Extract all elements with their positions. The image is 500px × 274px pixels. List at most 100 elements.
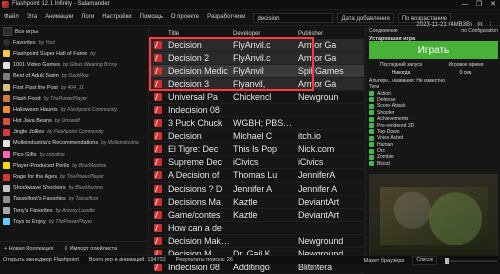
- sidebar-item[interactable]: Halloween Haunts by Flashpoint Community: [0, 104, 148, 115]
- sidebar-item[interactable]: Flashpoint Super Hall of Fame by: [0, 48, 148, 59]
- menu-logs[interactable]: Логи: [77, 10, 98, 25]
- tag-icon: [369, 148, 374, 154]
- table-row[interactable]: How can a de: [150, 222, 364, 235]
- play-button[interactable]: Играть: [369, 41, 498, 59]
- table-row[interactable]: Decision Michael C itch.io: [150, 130, 364, 144]
- games-grid: Title Developer Publisher Decision FlyAn…: [150, 26, 364, 274]
- sidebar-item[interactable]: Pico Gifts by crinoline: [0, 149, 148, 160]
- header-developer[interactable]: Developer: [233, 31, 260, 37]
- sort-field-dropdown[interactable]: Дата добавления: [337, 12, 394, 23]
- flash-icon: [154, 184, 162, 193]
- sidebar-item-label: Jingle Jollies: [13, 129, 45, 136]
- tag-label: Zombie: [377, 154, 394, 161]
- flash-icon: [154, 210, 162, 219]
- table-row[interactable]: Decision FlyAnvil.c Armor Ga: [150, 39, 364, 53]
- table-row[interactable]: Decisions Ma Kaztle DeviantArt: [150, 196, 364, 209]
- sidebar-item-label: Tony's Favorites: [13, 207, 53, 214]
- table-row[interactable]: Decision 3 Flyanvil, Armor Ga: [150, 78, 364, 92]
- collections-actions: + Новая Коллекция ⇩ Импорт плейлиста: [0, 241, 148, 255]
- browser-layout-label: Макет браузера: [363, 257, 405, 264]
- sort-order-dropdown[interactable]: По возрастанию: [397, 12, 452, 23]
- sidebar-item-author: by BlueMaxima: [72, 162, 107, 169]
- sidebar-item[interactable]: Rage for the Ages by ThePowerPlayer: [0, 171, 148, 182]
- sidebar-item[interactable]: Player-Produced Perils by BlueMaxima: [0, 160, 148, 171]
- sidebar-item-author: by Antony Lavelle: [55, 207, 95, 214]
- table-row[interactable]: Decision Makerplanetman Newground: [150, 235, 364, 248]
- menu-animations[interactable]: Анимации: [41, 10, 77, 25]
- sidebar-item-label: Flashpoint Super Hall of Fame: [13, 50, 88, 57]
- menu-about[interactable]: О проекте: [167, 10, 203, 25]
- sidebar-item-label: Flash Food: [13, 95, 41, 102]
- import-playlist-button[interactable]: ⇩ Импорт плейлиста: [63, 246, 117, 252]
- flash-icon: [154, 54, 162, 63]
- header-publisher[interactable]: Publisher: [298, 31, 323, 37]
- new-collection-button[interactable]: + Новая Коллекция: [4, 246, 53, 252]
- cell-title: Supreme Dec: [168, 157, 222, 168]
- details-topbar: Соединение по Configuration: [366, 26, 500, 36]
- close-button[interactable]: ✕: [489, 1, 497, 8]
- sidebar-item[interactable]: Toys to Enjoy by ThePowerPlayer: [0, 216, 148, 227]
- sidebar-item[interactable]: Best of Adult Swim by DarkMoe: [0, 71, 148, 82]
- molleindustria-icon: [3, 139, 10, 147]
- sidebar-item[interactable]: Hot Java Beans by Onswaff: [0, 116, 148, 127]
- table-row[interactable]: El Tigre: Dec This Is Pop Nick.com: [150, 143, 364, 157]
- cell-developer: FlyAnvil.c: [233, 40, 271, 51]
- sidebar-item[interactable]: First Past the Post by 404_11: [0, 82, 148, 93]
- cell-publisher: iCivics: [298, 157, 324, 168]
- cell-developer: iCivics: [233, 157, 259, 168]
- sidebar-item[interactable]: Molleindustria's Recommendations by Moll…: [0, 138, 148, 149]
- sidebar-item-label: Favorites: [13, 39, 36, 46]
- table-row-selected[interactable]: Decision Medic FlyAnvil Spil Games: [150, 65, 364, 79]
- flash-icon: [154, 145, 162, 154]
- configuration-label: по Configuration: [461, 28, 498, 34]
- cell-developer: Michael C: [233, 131, 273, 142]
- table-row[interactable]: Indecision 08: [150, 104, 364, 118]
- table-row[interactable]: 3 Puck Chuck WGBH; PBSWGBH; PBS: [150, 117, 364, 131]
- sidebar-item[interactable]: Tony's Favorites by Antony Lavelle: [0, 205, 148, 216]
- tag-icon: [369, 135, 374, 141]
- trophy-icon: [3, 84, 10, 92]
- sidebar-item[interactable]: Shockwave Shockers by BlueMaxima: [0, 183, 148, 194]
- tag-item[interactable]: Blood: [369, 161, 498, 167]
- menu-developers[interactable]: Разработчики: [203, 10, 249, 25]
- minimize-button[interactable]: —: [461, 1, 469, 8]
- table-row[interactable]: Supreme Dec iCivics iCivics: [150, 156, 364, 170]
- sidebar-item[interactable]: Jingle Jollies by Flashpoint Community: [0, 127, 148, 138]
- sidebar-item[interactable]: 1001 Video Games by Gibus Wearing Brony: [0, 60, 148, 71]
- flash-icon: [154, 132, 162, 141]
- sidebar-item[interactable]: Tasselfoot's Favorites by Tasselfoot: [0, 194, 148, 205]
- open-manager-link[interactable]: Открыть менеджер Flashpoint: [3, 257, 79, 263]
- maximize-button[interactable]: ❐: [475, 1, 483, 8]
- tag-icon: [369, 154, 374, 160]
- menu-help[interactable]: Помощь: [136, 10, 167, 25]
- cell-title: Decision: [168, 131, 202, 142]
- table-row[interactable]: Decision 2 FlyAnvil.c Armor Ga: [150, 52, 364, 66]
- total-games-count: Всего игр и анимаций: 194732: [88, 257, 166, 263]
- sidebar-item-author: by Flashpoint Community: [60, 106, 118, 113]
- sidebar-item[interactable]: Flash Food by ThePowerPlayer: [0, 93, 148, 104]
- menu-file[interactable]: Файл: [0, 10, 23, 25]
- header-title[interactable]: Title: [168, 31, 179, 37]
- hall-of-fame-icon: [3, 50, 10, 58]
- game-screenshot-thumbnail[interactable]: [369, 174, 498, 256]
- search-input[interactable]: decision: [253, 12, 334, 23]
- table-row[interactable]: Decisions ? D Jennifer A Jennifer A: [150, 183, 364, 196]
- tag-label: Action: [377, 90, 391, 97]
- sidebar-item-author: by You!: [38, 39, 56, 46]
- sidebar-item-all-games[interactable]: Все игры: [0, 26, 148, 37]
- tag-label: Pre-rendered 3D: [377, 122, 415, 129]
- table-row[interactable]: A Decision of Thomas Lu JenniferA: [150, 169, 364, 183]
- window-title: Flashpoint 12.1 Infinity - Salamander: [12, 1, 110, 7]
- zoom-slider[interactable]: [445, 257, 497, 264]
- cell-developer: Chickencl: [233, 92, 272, 103]
- sidebar-item[interactable]: Favorites by You!: [0, 37, 148, 48]
- menu-games[interactable]: Эта: [23, 10, 41, 25]
- cell-developer: FlyAnvil: [233, 66, 264, 77]
- table-row[interactable]: Universal Pa Chickencl Newgroun: [150, 91, 364, 105]
- cell-developer: Kaztle: [233, 196, 258, 207]
- menu-settings[interactable]: Настройки: [98, 10, 135, 25]
- rage-icon: [3, 173, 10, 181]
- tags-list: Теги Action Defense Score-Attack Shooter…: [369, 84, 498, 167]
- table-row[interactable]: Game/contes Kaztle DeviantArt: [150, 209, 364, 222]
- cell-publisher: Nick.com: [298, 144, 335, 155]
